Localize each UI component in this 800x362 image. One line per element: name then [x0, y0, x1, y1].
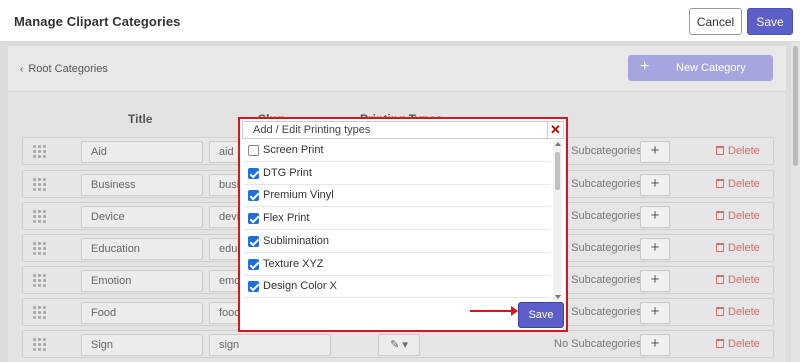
option-label: Screen Print	[263, 144, 324, 156]
delete-button[interactable]: Delete	[716, 145, 760, 157]
title-input[interactable]: Sign	[81, 334, 203, 356]
option-label: Texture XYZ	[263, 257, 324, 270]
page-scrollbar[interactable]	[791, 42, 800, 362]
drag-handle-icon[interactable]	[33, 306, 47, 320]
column-header-title: Title	[128, 112, 153, 126]
dialog-title: Add / Edit Printing types	[253, 124, 371, 136]
delete-label: Delete	[728, 274, 760, 286]
add-subcategory-button[interactable]: +	[640, 141, 670, 163]
add-subcategory-button[interactable]: +	[640, 206, 670, 228]
printing-type-option[interactable]: Flex Print	[244, 208, 550, 231]
printing-type-option[interactable]: Sublimination	[244, 231, 550, 253]
delete-button[interactable]: Delete	[716, 178, 760, 190]
trash-icon	[716, 275, 724, 284]
checkbox[interactable]	[248, 258, 259, 270]
arrow-annotation	[470, 306, 518, 316]
checkbox[interactable]	[248, 235, 259, 247]
delete-button[interactable]: Delete	[716, 306, 760, 318]
plus-icon: +	[640, 58, 650, 75]
drag-handle-icon[interactable]	[33, 242, 47, 256]
scroll-down-icon[interactable]	[555, 295, 561, 299]
checkbox[interactable]	[248, 167, 259, 179]
checkbox[interactable]	[248, 190, 259, 202]
printing-type-option[interactable]: Screen Print	[244, 140, 550, 162]
delete-label: Delete	[728, 338, 760, 350]
delete-label: Delete	[728, 242, 760, 254]
add-subcategory-button[interactable]: +	[640, 334, 670, 356]
printing-types-dialog: Add / Edit Printing types ✕ Screen Print…	[238, 117, 568, 332]
trash-icon	[716, 339, 724, 348]
chevron-left-icon: ‹	[20, 64, 24, 75]
title-input[interactable]: Aid	[81, 141, 203, 163]
drag-handle-icon[interactable]	[33, 145, 47, 159]
page-title: Manage Clipart Categories	[14, 14, 181, 29]
option-label: Sublimination	[263, 234, 330, 247]
dialog-scrollbar[interactable]	[553, 140, 562, 301]
trash-icon	[716, 179, 724, 188]
drag-handle-icon[interactable]	[33, 210, 47, 224]
checkbox[interactable]	[248, 281, 259, 293]
checkbox[interactable]	[248, 213, 259, 225]
delete-button[interactable]: Delete	[716, 242, 760, 254]
printing-type-option[interactable]: DTG Print	[244, 163, 550, 185]
drag-handle-icon[interactable]	[33, 178, 47, 192]
title-input[interactable]: Business	[81, 174, 203, 196]
top-bar: Manage Clipart Categories Cancel Save	[0, 0, 800, 42]
delete-button[interactable]: Delete	[716, 210, 760, 222]
close-icon[interactable]: ✕	[547, 121, 563, 139]
dialog-save-button[interactable]: Save	[518, 302, 564, 328]
page-scrollbar-thumb[interactable]	[793, 46, 798, 166]
drag-handle-icon[interactable]	[33, 338, 47, 352]
printing-type-option[interactable]: Premium Vinyl	[244, 185, 550, 208]
trash-icon	[716, 307, 724, 316]
delete-button[interactable]: Delete	[716, 274, 760, 286]
delete-label: Delete	[728, 306, 760, 318]
add-subcategory-button[interactable]: +	[640, 238, 670, 260]
breadcrumb-label: Root Categories	[28, 63, 108, 75]
new-category-button[interactable]: + New Category	[628, 55, 773, 81]
printing-type-option[interactable]: Design Color X	[244, 276, 550, 299]
subcategories-label: No Subcategories	[554, 338, 642, 350]
delete-label: Delete	[728, 210, 760, 222]
add-subcategory-button[interactable]: +	[640, 270, 670, 292]
trash-icon	[716, 243, 724, 252]
checkbox[interactable]	[248, 145, 259, 156]
option-label: DTG Print	[263, 166, 312, 179]
printing-type-option[interactable]: Texture XYZ	[244, 254, 550, 276]
title-input[interactable]: Emotion	[81, 270, 203, 292]
title-input[interactable]: Food	[81, 302, 203, 324]
dialog-scrollbar-thumb[interactable]	[555, 152, 560, 190]
trash-icon	[716, 146, 724, 155]
delete-label: Delete	[728, 178, 760, 190]
printing-types-list: Screen Print DTG Print Premium Vinyl Flex P…	[244, 140, 564, 301]
scroll-up-icon[interactable]	[555, 142, 561, 146]
drag-handle-icon[interactable]	[33, 274, 47, 288]
option-label: Premium Vinyl	[263, 189, 334, 202]
edit-printing-types-button[interactable]: ✎ ▾	[378, 334, 420, 356]
add-subcategory-button[interactable]: +	[640, 174, 670, 196]
option-label: Design Color X	[263, 280, 337, 293]
delete-button[interactable]: Delete	[716, 338, 760, 350]
slug-input[interactable]: sign	[209, 334, 331, 356]
add-subcategory-button[interactable]: +	[640, 302, 670, 324]
new-category-label: New Category	[676, 62, 746, 74]
option-label: Flex Print	[263, 212, 310, 225]
dialog-header: Add / Edit Printing types ✕	[242, 121, 564, 139]
table-row: Sign sign ✎ ▾ No Subcategories + Delete	[22, 330, 774, 358]
title-input[interactable]: Device	[81, 206, 203, 228]
title-input[interactable]: Education	[81, 238, 203, 260]
trash-icon	[716, 211, 724, 220]
delete-label: Delete	[728, 145, 760, 157]
breadcrumb[interactable]: ‹ Root Categories	[20, 63, 108, 75]
save-button[interactable]: Save	[747, 8, 793, 35]
cancel-button[interactable]: Cancel	[689, 8, 742, 35]
